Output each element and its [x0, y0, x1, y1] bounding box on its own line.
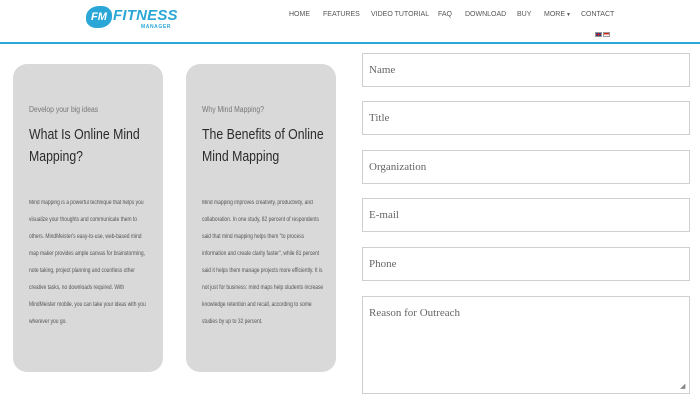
nav-features[interactable]: FEATURES: [323, 11, 360, 18]
flag-alt-icon[interactable]: [603, 32, 610, 37]
nav-buy[interactable]: BUY: [517, 11, 531, 18]
nav-video-tutorial[interactable]: VIDEO TUTORIAL: [371, 11, 429, 18]
nav-more[interactable]: MORE▼: [544, 11, 571, 18]
card-title: The Benefits of Online Mind Mapping: [202, 126, 324, 165]
title-field[interactable]: [362, 101, 690, 135]
chevron-down-icon: ▼: [566, 12, 571, 18]
card-eyebrow: Why Mind Mapping?: [202, 105, 264, 114]
phone-field[interactable]: [362, 247, 690, 281]
email-field[interactable]: [362, 198, 690, 232]
top-navigation-bar: FM FITNESS MANAGER HOME FEATURES VIDEO T…: [0, 0, 700, 44]
nav-faq[interactable]: FAQ: [438, 11, 452, 18]
organization-field[interactable]: [362, 150, 690, 184]
flag-uk-icon[interactable]: [595, 32, 602, 37]
card-body: Mind mapping is a powerful technique tha…: [29, 200, 146, 325]
logo-subtitle: MANAGER: [141, 24, 172, 30]
nav-download[interactable]: DOWNLOAD: [465, 11, 506, 18]
nav-more-label: MORE: [544, 11, 565, 18]
main-nav: HOME FEATURES VIDEO TUTORIAL FAQ DOWNLOA…: [0, 11, 700, 23]
reason-for-outreach-field[interactable]: [362, 296, 690, 394]
card-body: Mind mapping improves creativity, produc…: [202, 200, 324, 325]
nav-home[interactable]: HOME: [289, 11, 310, 18]
card-title: What Is Online Mind Mapping?: [29, 126, 140, 165]
card-eyebrow: Develop your big ideas: [29, 105, 99, 114]
info-card-online-mind-mapping: Develop your big ideas What Is Online Mi…: [13, 64, 163, 372]
resize-handle-icon[interactable]: ◢: [680, 383, 687, 390]
nav-contact[interactable]: CONTACT: [581, 11, 614, 18]
info-card-benefits: Why Mind Mapping? The Benefits of Online…: [186, 64, 336, 372]
language-selector: [595, 32, 611, 37]
name-field[interactable]: [362, 53, 690, 87]
